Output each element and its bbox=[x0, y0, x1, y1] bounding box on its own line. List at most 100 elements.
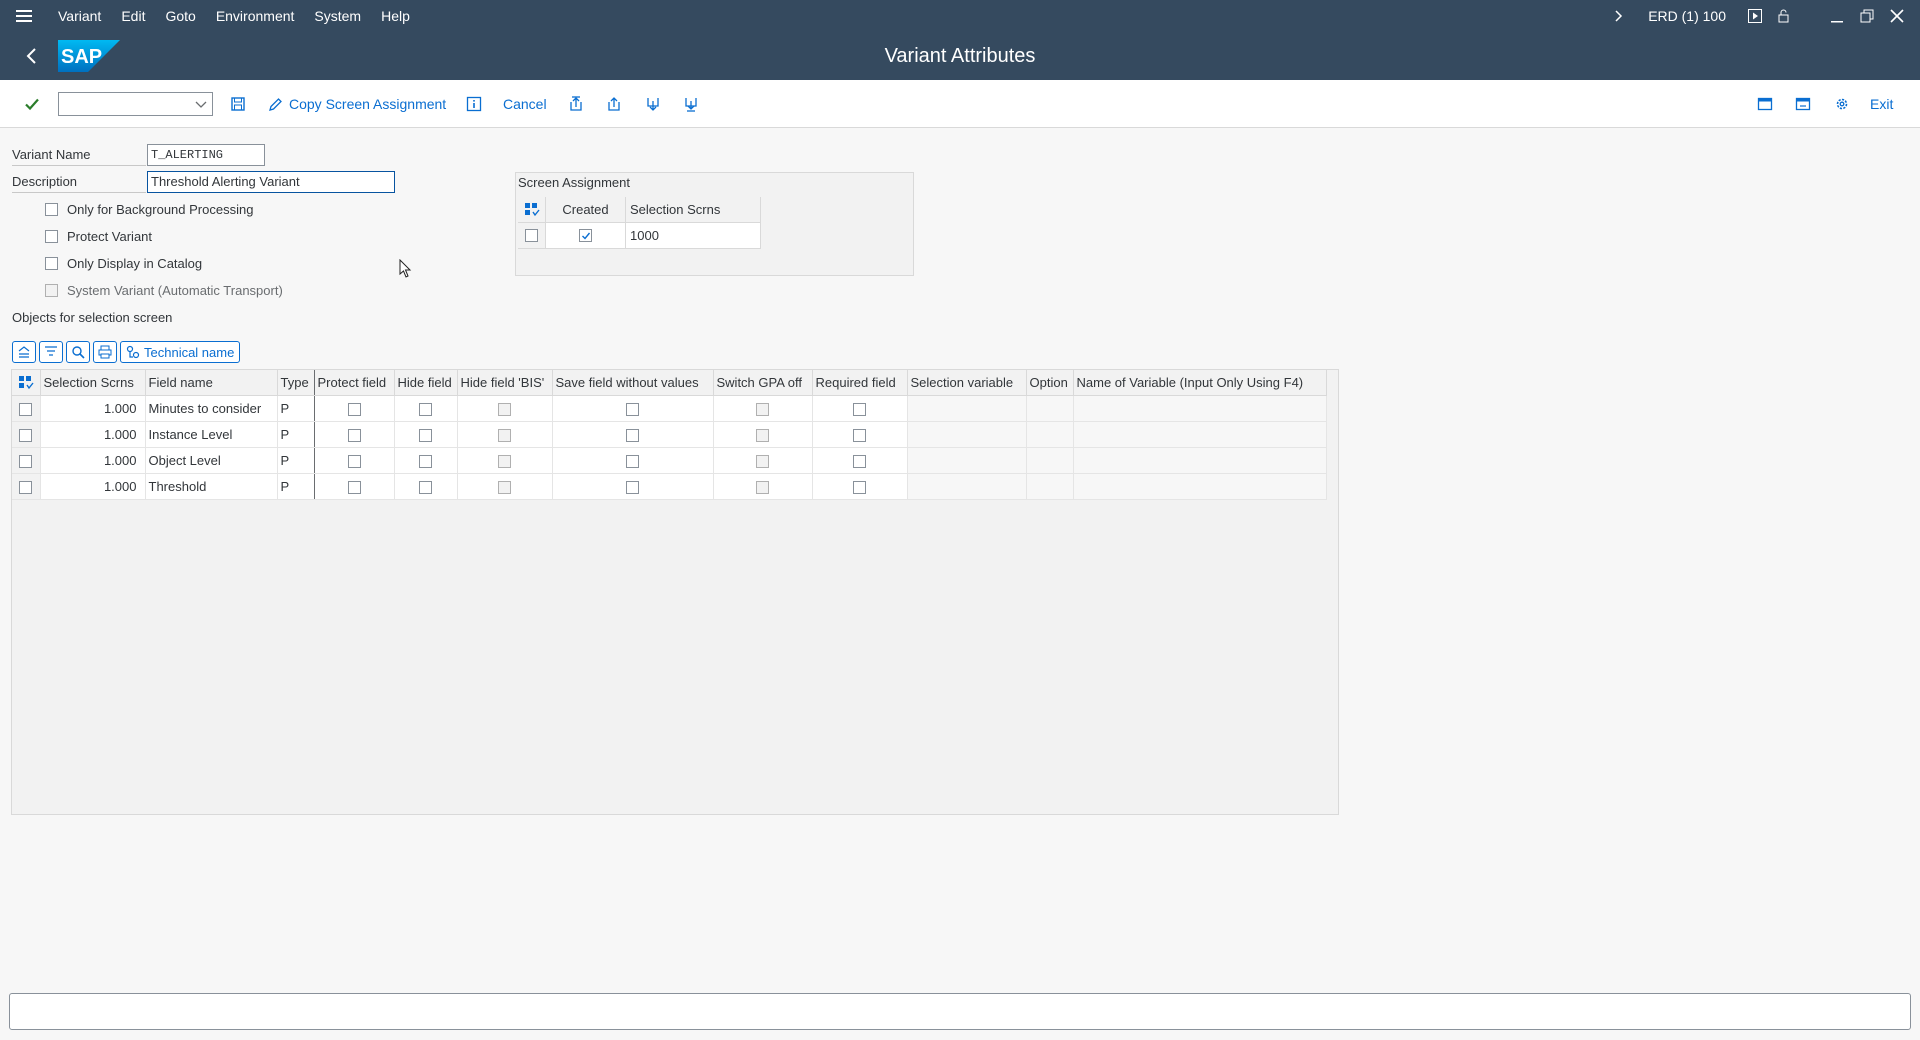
selection-variable-cell[interactable] bbox=[907, 421, 1027, 448]
required-field-checkbox[interactable] bbox=[853, 480, 866, 494]
background-processing-checkbox[interactable] bbox=[45, 202, 58, 216]
option-cell[interactable] bbox=[1026, 473, 1074, 500]
hide-field-checkbox[interactable] bbox=[419, 402, 432, 416]
col-hide-field[interactable]: Hide field bbox=[394, 370, 458, 396]
lock-icon[interactable] bbox=[1770, 0, 1800, 32]
table-row[interactable]: 1.000 Threshold P bbox=[12, 473, 1327, 500]
row-select-checkbox[interactable] bbox=[19, 480, 33, 494]
new-window-icon[interactable] bbox=[1757, 92, 1773, 116]
save-icon[interactable] bbox=[230, 92, 246, 116]
variable-name-cell[interactable] bbox=[1073, 473, 1327, 500]
variable-name-cell[interactable] bbox=[1073, 447, 1327, 474]
background-processing-option[interactable]: Only for Background Processing bbox=[45, 198, 253, 220]
col-hide-field-bis[interactable]: Hide field 'BIS' bbox=[457, 370, 553, 396]
command-field[interactable] bbox=[58, 92, 213, 116]
menu-variant[interactable]: Variant bbox=[48, 8, 111, 24]
col-switch-gpa-off[interactable]: Switch GPA off bbox=[713, 370, 813, 396]
row-select-checkbox[interactable] bbox=[19, 402, 33, 416]
info-icon[interactable] bbox=[466, 92, 482, 116]
generate-shortcut-icon[interactable] bbox=[1795, 92, 1811, 116]
save-without-values-checkbox[interactable] bbox=[626, 480, 639, 494]
select-all-rows-icon[interactable] bbox=[12, 370, 41, 396]
row-select-checkbox[interactable] bbox=[19, 428, 33, 442]
required-field-checkbox[interactable] bbox=[853, 428, 866, 442]
selection-variable-cell[interactable] bbox=[907, 395, 1027, 422]
option-cell[interactable] bbox=[1026, 421, 1074, 448]
variable-name-cell[interactable] bbox=[1073, 395, 1327, 422]
col-selection-variable[interactable]: Selection variable bbox=[907, 370, 1027, 396]
table-row[interactable]: 1.000 Object Level P bbox=[12, 447, 1327, 474]
row-select-checkbox[interactable] bbox=[19, 454, 33, 468]
protect-field-checkbox[interactable] bbox=[347, 454, 361, 468]
back-icon[interactable] bbox=[20, 44, 44, 68]
minimize-icon[interactable] bbox=[1822, 0, 1852, 32]
col-protect-field[interactable]: Protect field bbox=[314, 370, 395, 396]
variant-name-field[interactable]: T_ALERTING bbox=[147, 144, 265, 166]
chevron-down-icon[interactable] bbox=[194, 97, 208, 111]
print-icon[interactable] bbox=[93, 341, 117, 363]
menu-goto[interactable]: Goto bbox=[155, 8, 205, 24]
selection-variable-cell[interactable] bbox=[907, 447, 1027, 474]
select-all-icon[interactable] bbox=[518, 197, 546, 223]
option-cell[interactable] bbox=[1026, 447, 1074, 474]
system-session-info[interactable]: ERD (1) 100 bbox=[1648, 8, 1726, 24]
play-icon[interactable] bbox=[1740, 0, 1770, 32]
filter-icon[interactable] bbox=[39, 341, 63, 363]
protect-variant-checkbox[interactable] bbox=[45, 229, 58, 243]
col-name-of-variable[interactable]: Name of Variable (Input Only Using F4) bbox=[1073, 370, 1327, 396]
col-field-name[interactable]: Field name bbox=[145, 370, 278, 396]
display-in-catalog-checkbox[interactable] bbox=[45, 256, 58, 270]
created-column-header[interactable]: Created bbox=[546, 197, 626, 223]
close-icon[interactable] bbox=[1882, 0, 1912, 32]
menu-help[interactable]: Help bbox=[371, 8, 420, 24]
col-required-field[interactable]: Required field bbox=[812, 370, 908, 396]
chevron-right-icon[interactable] bbox=[1604, 0, 1634, 32]
first-page-icon[interactable] bbox=[568, 92, 584, 116]
selection-variable-cell[interactable] bbox=[907, 473, 1027, 500]
table-row[interactable]: 1.000 Instance Level P bbox=[12, 421, 1327, 448]
system-variant-option: System Variant (Automatic Transport) bbox=[45, 279, 283, 301]
previous-page-icon[interactable] bbox=[606, 92, 622, 116]
save-without-values-checkbox[interactable] bbox=[626, 428, 639, 442]
restore-icon[interactable] bbox=[1852, 0, 1882, 32]
protect-field-checkbox[interactable] bbox=[347, 428, 361, 442]
description-field[interactable]: Threshold Alerting Variant bbox=[147, 171, 395, 193]
protect-field-checkbox[interactable] bbox=[347, 480, 361, 494]
enter-checkmark-icon[interactable] bbox=[24, 92, 40, 116]
save-without-values-checkbox[interactable] bbox=[626, 454, 639, 468]
option-cell[interactable] bbox=[1026, 395, 1074, 422]
protect-variant-option[interactable]: Protect Variant bbox=[45, 225, 152, 247]
required-field-checkbox[interactable] bbox=[853, 402, 866, 416]
technical-name-button[interactable]: Technical name bbox=[120, 341, 241, 363]
table-row[interactable]: 1000 bbox=[518, 223, 761, 249]
cancel-button[interactable]: Cancel bbox=[503, 92, 547, 116]
menu-system[interactable]: System bbox=[304, 8, 371, 24]
protect-field-checkbox[interactable] bbox=[347, 402, 361, 416]
hide-field-checkbox[interactable] bbox=[419, 454, 432, 468]
col-save-without-values[interactable]: Save field without values bbox=[552, 370, 714, 396]
next-page-icon[interactable] bbox=[645, 92, 661, 116]
settings-gear-icon[interactable] bbox=[1834, 92, 1850, 116]
col-selection-scrns[interactable]: Selection Scrns bbox=[40, 370, 146, 396]
col-type[interactable]: Type bbox=[277, 370, 315, 396]
selection-scrns-column-header[interactable]: Selection Scrns bbox=[626, 197, 761, 223]
hamburger-menu-icon[interactable] bbox=[0, 0, 48, 32]
col-option[interactable]: Option bbox=[1026, 370, 1074, 396]
menu-edit[interactable]: Edit bbox=[111, 8, 155, 24]
hide-field-checkbox[interactable] bbox=[419, 428, 432, 442]
row-select-checkbox[interactable] bbox=[525, 229, 538, 242]
menu-environment[interactable]: Environment bbox=[206, 8, 305, 24]
created-checkbox[interactable] bbox=[579, 229, 592, 242]
variable-name-cell[interactable] bbox=[1073, 421, 1327, 448]
required-field-checkbox[interactable] bbox=[853, 454, 866, 468]
status-bar[interactable] bbox=[9, 993, 1911, 1030]
hide-field-checkbox[interactable] bbox=[419, 480, 432, 494]
search-icon[interactable] bbox=[66, 341, 90, 363]
last-page-icon[interactable] bbox=[683, 92, 699, 116]
save-without-values-checkbox[interactable] bbox=[626, 402, 639, 416]
copy-screen-assignment-button[interactable]: Copy Screen Assignment bbox=[268, 92, 446, 116]
table-row[interactable]: 1.000 Minutes to consider P bbox=[12, 395, 1327, 422]
exit-button[interactable]: Exit bbox=[1870, 92, 1893, 116]
display-in-catalog-option[interactable]: Only Display in Catalog bbox=[45, 252, 202, 274]
sort-ascending-icon[interactable] bbox=[12, 341, 36, 363]
